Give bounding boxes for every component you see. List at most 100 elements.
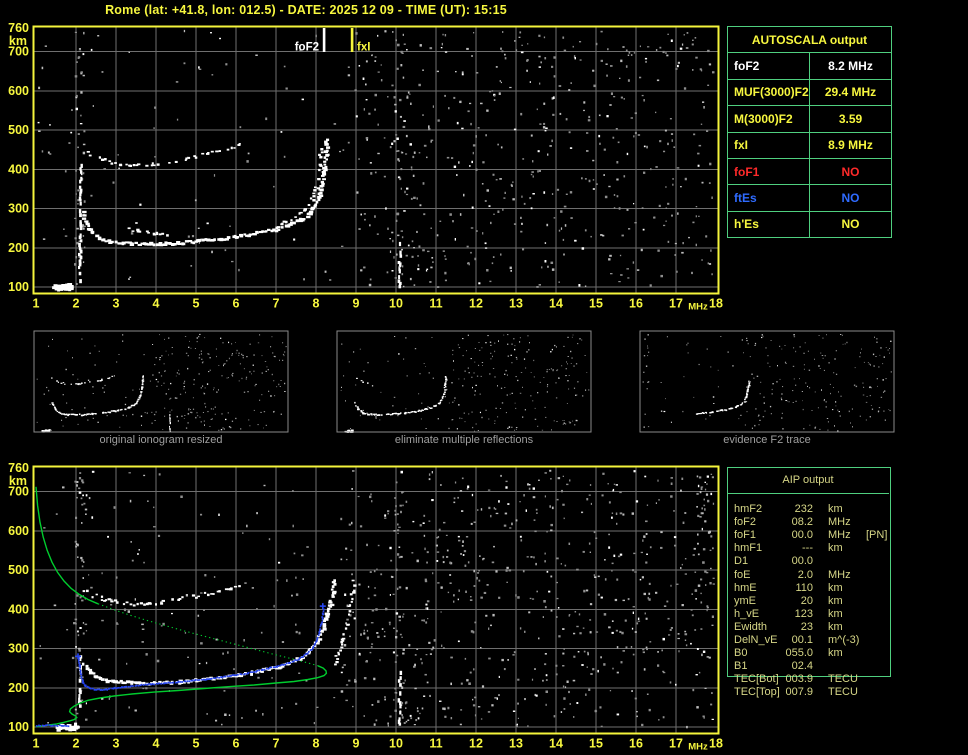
thumbnail-2 <box>336 330 592 433</box>
svg-text:4: 4 <box>153 297 160 311</box>
aip-param-unit: TECU <box>828 673 858 686</box>
aip-param-value: 003.9 <box>785 673 813 686</box>
aip-param-label: ymE <box>734 594 756 607</box>
svg-text:600: 600 <box>8 84 29 98</box>
bottom-ionogram-y-axis-labels: 760700600500400300200100km <box>8 461 29 734</box>
aip-row: DelN_vE 00.1 m^(-3) <box>727 634 917 647</box>
svg-text:8: 8 <box>313 737 320 751</box>
series-interference-line-10mhz <box>397 670 403 726</box>
aip-row: foE 2.0 MHz <box>727 569 917 582</box>
noise-speckle <box>642 334 892 432</box>
aip-param-unit: MHz <box>828 516 851 529</box>
svg-text:8: 8 <box>313 297 320 311</box>
svg-text:15: 15 <box>589 737 603 751</box>
autoscala-row: ftEs NO <box>727 184 892 212</box>
svg-text:18: 18 <box>709 737 723 751</box>
aip-row: hmF2 232 km <box>727 503 917 516</box>
bottom-ionogram-x-axis-labels: 1 2 3 4 5 6 7 8 9 10 11 12 13 14 15 16 17 18MHz <box>33 737 723 753</box>
svg-text:400: 400 <box>8 162 29 176</box>
marker-line-fxI <box>350 28 354 52</box>
svg-text:200: 200 <box>8 241 29 255</box>
aip-row: D1 00.0 <box>727 555 917 568</box>
autoscala-param-value: NO <box>809 210 892 239</box>
series-restored-trace-markers <box>75 603 326 660</box>
aip-param-unit: km <box>828 542 843 555</box>
autoscala-param-label: h'Es <box>727 210 810 239</box>
autoscala-row: foF1 NO <box>727 157 892 186</box>
marker-label-fxI: fxI <box>357 42 370 54</box>
aip-row: ymE 20 km <box>727 595 917 608</box>
svg-text:100: 100 <box>8 280 29 294</box>
aip-param-note: [PN] <box>866 529 888 542</box>
aip-param-value: 2.0 <box>797 568 813 581</box>
aip-param-value: 08.2 <box>791 516 813 529</box>
svg-text:18: 18 <box>709 297 723 311</box>
autoscala-param-label: MUF(3000)F2 <box>727 78 810 107</box>
thumbnail-3 <box>639 330 895 433</box>
autoscala-param-value: NO <box>809 184 892 212</box>
thumbnail-caption-2: eliminate multiple reflections <box>394 434 534 446</box>
thumbnail-border <box>33 330 289 433</box>
svg-text:500: 500 <box>8 563 29 577</box>
thumbnail-border <box>336 330 592 433</box>
svg-text:5: 5 <box>193 297 200 311</box>
series-f2-evidence <box>695 380 751 415</box>
aip-param-unit: MHz <box>828 529 851 542</box>
svg-text:400: 400 <box>8 602 29 616</box>
aip-param-unit: km <box>828 594 843 607</box>
aip-param-unit: m^(-3) <box>828 634 860 646</box>
aip-param-unit: km <box>828 647 843 660</box>
svg-text:10: 10 <box>389 737 403 751</box>
aip-param-label: h_vE <box>734 607 760 620</box>
noise-speckle <box>36 333 287 431</box>
top-ionogram-x-axis-labels: 1 2 3 4 5 6 7 8 9 10 11 12 13 14 15 16 17 18MHz <box>33 297 723 313</box>
aip-param-unit: TECU <box>828 686 858 699</box>
autoscala-row: MUF(3000)F2 29.4 MHz <box>727 78 892 107</box>
svg-text:300: 300 <box>8 642 29 656</box>
aip-output-table: AIP output hmF2 232 km foF2 08.2 MHz foF1 00.0 M… <box>727 467 891 698</box>
svg-text:7: 7 <box>273 297 280 311</box>
autoscala-param-label: foF2 <box>727 52 810 80</box>
aip-param-value: 00.1 <box>791 634 813 646</box>
svg-text:12: 12 <box>469 297 483 311</box>
aip-param-label: hmE <box>734 581 757 594</box>
aip-param-label: hmF2 <box>734 503 763 515</box>
svg-text:2: 2 <box>73 297 80 311</box>
aip-param-unit: MHz <box>828 568 851 581</box>
aip-param-label: foE <box>734 568 751 581</box>
aip-param-value: 007.9 <box>785 686 813 699</box>
top-ionogram-x-axis-unit: MHz <box>688 302 708 313</box>
autoscala-param-label: foF1 <box>727 157 810 186</box>
aip-table-title: AIP output <box>727 467 889 494</box>
svg-text:15: 15 <box>589 297 603 311</box>
aip-param-label: foF1 <box>734 529 757 542</box>
aip-row: hmF1 --- km <box>727 542 917 555</box>
svg-text:300: 300 <box>8 202 29 216</box>
svg-text:9: 9 <box>353 737 360 751</box>
marker-label-foF2: foF2 <box>295 42 319 54</box>
aip-row: B0 055.0 km <box>727 647 917 660</box>
autoscala-param-value: 3.59 <box>809 105 892 133</box>
aip-param-unit: km <box>828 620 843 633</box>
marker-line-foF2 <box>322 28 326 52</box>
autoscala-param-value: 8.9 MHz <box>809 131 892 159</box>
series-f2-trace-x-mode-branch <box>280 148 324 226</box>
aip-param-label: foF2 <box>734 516 757 529</box>
aip-row: h_vE 123 km <box>727 608 917 621</box>
series-electron-density-profile-topside <box>35 486 99 605</box>
aip-row: TEC[Top] 007.9 TECU <box>727 686 917 699</box>
svg-text:16: 16 <box>629 297 643 311</box>
aip-row: foF2 08.2 MHz <box>727 516 917 529</box>
noise-speckle <box>37 29 715 288</box>
svg-text:11: 11 <box>429 737 442 751</box>
autoscala-param-label: ftEs <box>727 184 810 212</box>
svg-text:7: 7 <box>273 737 280 751</box>
aip-param-value: 110 <box>795 581 813 594</box>
thumbnail-caption-3: evidence F2 trace <box>723 434 811 446</box>
svg-text:200: 200 <box>8 681 29 695</box>
autoscala-param-label: fxI <box>727 131 810 159</box>
aip-param-label: D1 <box>734 555 749 568</box>
top-ionogram: foF2 fxI <box>32 25 720 295</box>
aip-row: B1 02.4 <box>727 660 917 673</box>
aip-param-unit: km <box>828 503 843 515</box>
